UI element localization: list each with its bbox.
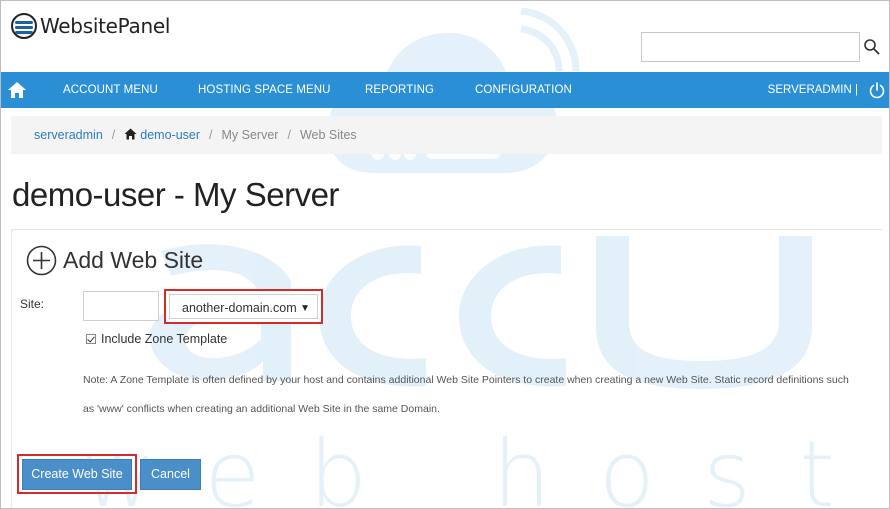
breadcrumb: serveradmin / demo-user / My Server / Web Site… [11, 116, 882, 154]
nav-reporting[interactable]: REPORTING [365, 72, 434, 108]
breadcrumb-my-server: My Server [221, 128, 279, 142]
user-menu[interactable]: SERVERADMIN | [768, 72, 858, 108]
domain-select[interactable]: another-domain.com ▼ [164, 289, 323, 324]
main-nav: ACCOUNT MENU HOSTING SPACE MENU REPORTIN… [1, 72, 889, 108]
site-label: Site: [20, 297, 45, 311]
nav-hosting-space-menu[interactable]: HOSTING SPACE MENU [198, 72, 331, 108]
add-circle-icon [26, 245, 57, 276]
divider [11, 229, 882, 230]
breadcrumb-separator: / [111, 128, 116, 142]
search-input[interactable] [641, 32, 860, 62]
breadcrumb-serveradmin[interactable]: serveradmin [34, 128, 103, 142]
domain-select-box[interactable]: another-domain.com ▼ [169, 294, 318, 319]
logo[interactable]: WebsitePanel [11, 13, 170, 39]
app-window: web hosting WebsitePanel ACCOUNT MENU HO… [0, 0, 890, 509]
hostname-input[interactable] [83, 291, 159, 321]
watermark-text: web hosting [81, 421, 890, 509]
breadcrumb-separator: / [209, 128, 213, 142]
nav-configuration[interactable]: CONFIGURATION [475, 72, 572, 108]
domain-select-value: another-domain.com [182, 301, 297, 315]
zone-template-note: Note: A Zone Template is often defined b… [83, 374, 849, 415]
home-icon[interactable] [7, 80, 27, 100]
include-zone-template-checkbox[interactable] [86, 334, 96, 344]
breadcrumb-demo-user[interactable]: demo-user [140, 128, 200, 142]
brand-name: WebsitePanel [40, 14, 171, 38]
section-heading-label: Add Web Site [63, 247, 204, 273]
breadcrumb-web-sites: Web Sites [299, 128, 357, 142]
header: WebsitePanel [1, 1, 889, 71]
create-web-site-button[interactable]: Create Web Site [22, 459, 132, 490]
include-zone-template-row[interactable]: Include Zone Template [86, 332, 227, 346]
nav-account-menu[interactable]: ACCOUNT MENU [63, 72, 158, 108]
dropdown-arrow-icon: ▼ [300, 303, 310, 314]
breadcrumb-separator: / [287, 128, 291, 142]
page-title: demo-user - My Server [12, 176, 339, 213]
power-icon[interactable] [868, 81, 886, 99]
section-heading: Add Web Site [26, 245, 203, 276]
logo-globe-icon [11, 13, 37, 39]
cancel-button[interactable]: Cancel [140, 459, 201, 490]
panel-border [11, 230, 12, 508]
include-zone-template-label: Include Zone Template [101, 332, 228, 346]
search-icon[interactable] [863, 38, 881, 56]
home-icon [124, 128, 137, 140]
